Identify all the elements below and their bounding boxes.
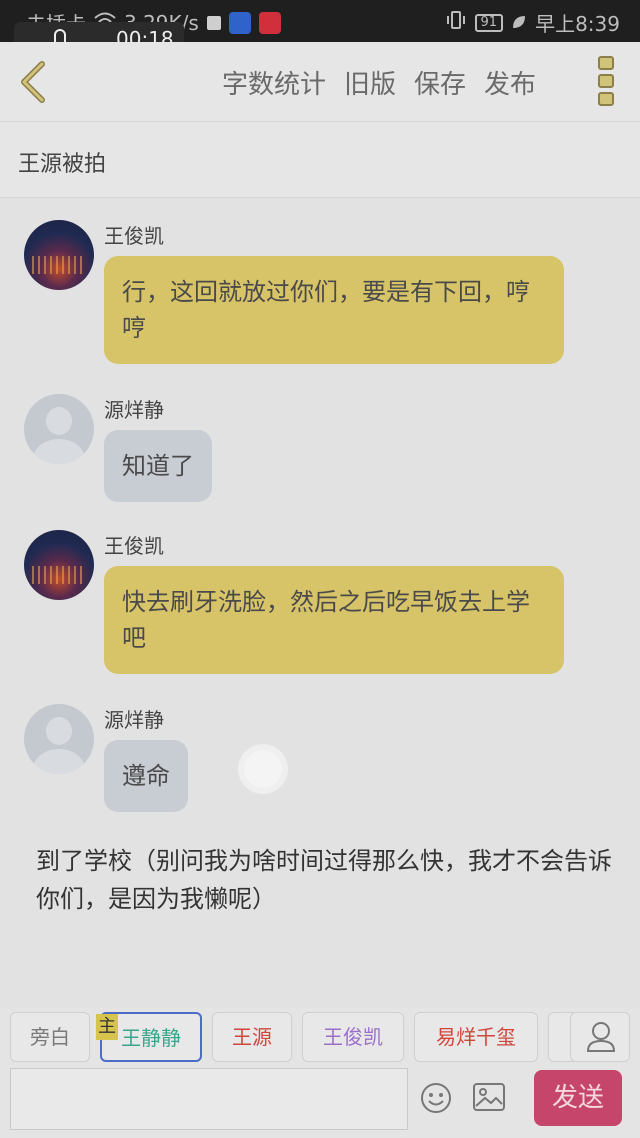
more-menu-icon[interactable]: [598, 56, 614, 106]
image-icon[interactable]: [472, 1082, 506, 1112]
story-title-row[interactable]: 王源被拍: [0, 122, 640, 198]
add-role-button[interactable]: [570, 1012, 630, 1062]
message-bubble[interactable]: 遵命: [104, 740, 188, 812]
old-version-button[interactable]: 旧版: [344, 64, 396, 101]
vibrate-icon: [445, 10, 467, 35]
story-title: 王源被拍: [18, 152, 107, 177]
speaker-name: 王俊凯: [104, 534, 164, 558]
floating-assistive-button[interactable]: [244, 750, 282, 788]
message-bubble[interactable]: 知道了: [104, 430, 212, 502]
role-chip-wang-yuan[interactable]: 王源: [212, 1012, 292, 1062]
role-chip-yi-yangqianxi[interactable]: 易烊千玺: [414, 1012, 538, 1062]
save-button[interactable]: 保存: [414, 64, 466, 101]
speaker-name: 源烊静: [104, 398, 164, 422]
role-chip-narrator[interactable]: 旁白: [10, 1012, 90, 1062]
role-selector: 旁白 王静静 主 王源 王俊凯 易烊千玺: [0, 1008, 640, 1068]
send-button[interactable]: 发送: [534, 1070, 622, 1126]
role-label: 王源: [232, 1025, 272, 1049]
role-label: 王俊凯: [323, 1025, 383, 1049]
speaker-name: 王俊凯: [104, 224, 164, 248]
narration-text[interactable]: 到了学校（别问我为啥时间过得那么快，我才不会告诉你们，是因为我懒呢）: [36, 842, 616, 918]
editor-header: 字数统计 旧版 保存 发布: [0, 42, 640, 122]
role-label: 王静静: [121, 1026, 181, 1050]
avatar[interactable]: [24, 394, 94, 464]
leaf-icon: [511, 11, 527, 35]
message-input[interactable]: [10, 1068, 408, 1130]
baidu-app-icon: [228, 11, 251, 34]
message-bubble[interactable]: 快去刷牙洗脸，然后之后吃早饭去上学吧: [104, 566, 564, 674]
avatar[interactable]: [24, 704, 94, 774]
publish-button[interactable]: 发布: [484, 64, 536, 101]
message-bubble[interactable]: 行，这回就放过你们，要是有下回，哼哼: [104, 256, 564, 364]
role-chip-wang-junkai[interactable]: 王俊凯: [302, 1012, 404, 1062]
back-arrow-icon[interactable]: [14, 60, 54, 104]
clock-text: 早上8:39: [535, 12, 620, 36]
role-label: 易烊千玺: [436, 1025, 516, 1049]
main-role-badge: 主: [96, 1014, 118, 1040]
avatar[interactable]: [24, 530, 94, 600]
avatar[interactable]: [24, 220, 94, 290]
word-count-button[interactable]: 字数统计: [222, 64, 326, 101]
role-label: 旁白: [30, 1025, 70, 1049]
video-app-icon: [258, 11, 281, 34]
input-bar: 发送: [0, 1068, 640, 1138]
chat-area[interactable]: 王俊凯 行，这回就放过你们，要是有下回，哼哼 源烊静 知道了 王俊凯 快去刷牙洗…: [0, 198, 640, 988]
user-icon: [586, 1022, 616, 1052]
emoji-icon[interactable]: [420, 1082, 452, 1114]
notification-icon: [206, 15, 221, 30]
battery-level: 91: [474, 13, 504, 32]
speaker-name: 源烊静: [104, 708, 164, 732]
